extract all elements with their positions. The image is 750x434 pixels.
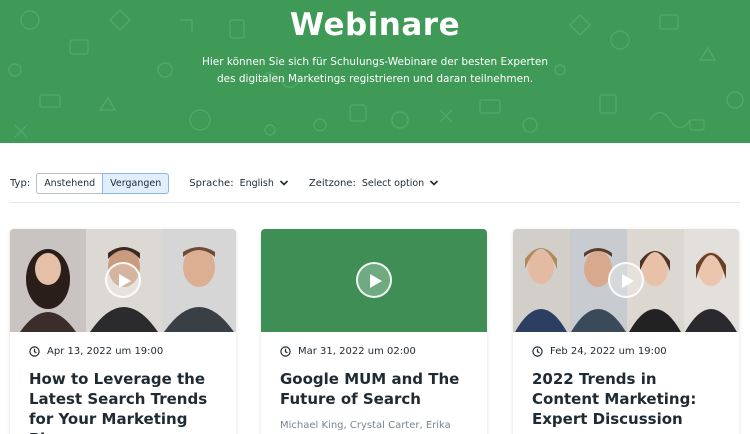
language-filter[interactable]: Sprache: English (189, 178, 289, 189)
webinar-card[interactable]: Mar 31, 2022 um 02:00 Google MUM and The… (261, 229, 487, 434)
webinar-date: Feb 24, 2022 um 19:00 (532, 346, 667, 357)
webinar-card[interactable]: Apr 13, 2022 um 19:00 How to Leverage th… (10, 229, 236, 434)
webinar-date-text: Mar 31, 2022 um 02:00 (298, 346, 416, 357)
play-button[interactable] (105, 262, 141, 298)
webinar-speakers: Michael King, Crystal Carter, Erika (280, 420, 451, 431)
webinar-thumbnail[interactable] (261, 229, 487, 332)
play-icon (622, 274, 634, 288)
timezone-select-value[interactable]: Select option (362, 178, 424, 189)
speaker-photo (10, 229, 86, 332)
speaker-photo (684, 229, 739, 332)
timezone-filter-label: Zeitzone: (308, 177, 356, 189)
speaker-photo (513, 229, 570, 332)
timezone-filter[interactable]: Zeitzone: Select option (309, 178, 439, 189)
play-icon (119, 274, 131, 288)
webinar-title[interactable]: How to Leverage the Latest Search Trends… (29, 369, 224, 434)
filter-divider (10, 202, 740, 203)
hero-banner: Webinare Hier können Sie sich für Schulu… (0, 0, 750, 143)
type-upcoming-button[interactable]: Anstehend (36, 172, 104, 194)
webinar-title[interactable]: 2022 Trends in Content Marketing: Expert… (532, 369, 727, 429)
webinar-title[interactable]: Google MUM and The Future of Search (280, 369, 475, 409)
play-button[interactable] (356, 262, 392, 298)
webinar-thumbnail[interactable] (513, 229, 739, 332)
type-past-button[interactable]: Vergangen (102, 172, 170, 194)
chevron-down-icon[interactable] (429, 178, 439, 188)
chevron-down-icon[interactable] (279, 178, 289, 188)
type-filter-label: Typ: (10, 177, 31, 189)
language-select-value[interactable]: English (240, 178, 274, 189)
webinar-date-text: Apr 13, 2022 um 19:00 (47, 346, 164, 357)
page-title: Webinare (289, 7, 461, 43)
webinar-date: Mar 31, 2022 um 02:00 (280, 346, 416, 357)
filter-bar: Typ: Anstehend Vergangen Sprache: Englis… (10, 172, 439, 194)
webinar-thumbnail[interactable] (10, 229, 236, 332)
play-icon (370, 274, 382, 288)
speaker-photo (162, 229, 236, 332)
webinar-card[interactable]: Feb 24, 2022 um 19:00 2022 Trends in Con… (513, 229, 739, 434)
webinar-date: Apr 13, 2022 um 19:00 (29, 346, 163, 357)
webinar-date-text: Feb 24, 2022 um 19:00 (550, 346, 667, 357)
clock-icon (532, 346, 543, 357)
type-segmented-control: Anstehend Vergangen (36, 172, 170, 194)
language-filter-label: Sprache: (189, 177, 234, 189)
play-button[interactable] (608, 262, 644, 298)
clock-icon (280, 346, 291, 357)
page-subtitle: Hier können Sie sich für Schulungs-Webin… (201, 56, 549, 85)
clock-icon (29, 346, 40, 357)
